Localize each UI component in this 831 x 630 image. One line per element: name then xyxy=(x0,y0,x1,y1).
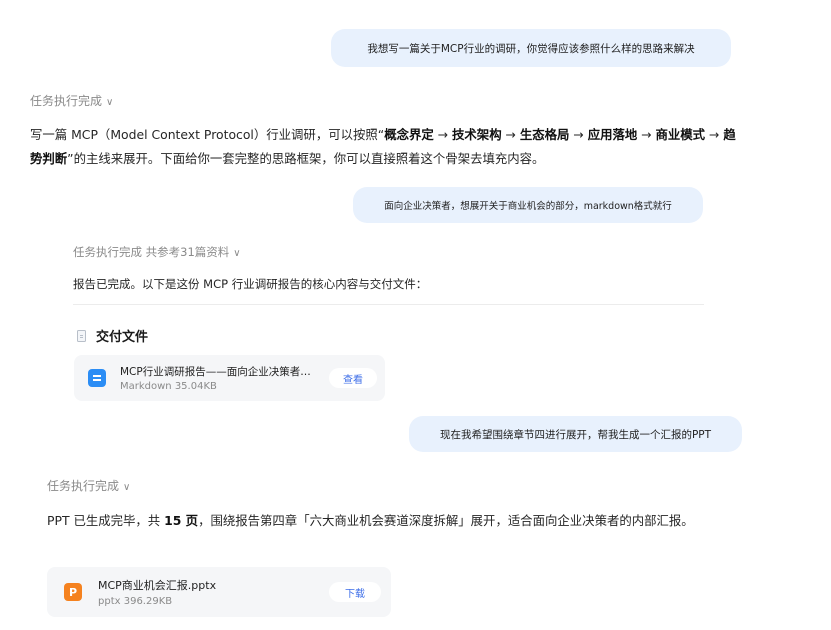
markdown-file-icon xyxy=(88,369,106,387)
reply-arrow: → xyxy=(433,127,453,142)
reply-arrow: → xyxy=(501,127,520,142)
reply-bold: 15 页 xyxy=(164,513,199,528)
assistant-reply-3: PPT 已生成完毕，共 15 页，围绕报告第四章「六大商业机会赛道深度拆解」展开… xyxy=(47,509,747,533)
reply-bold: 生态格局 xyxy=(519,127,570,142)
assistant-reply-1: 写一篇 MCP（Model Context Protocol）行业调研，可以按照… xyxy=(30,123,742,171)
markdown-file-card[interactable]: MCP行业调研报告——面向企业决策者… Markdown 35.04KB 查看 xyxy=(74,355,385,401)
view-button[interactable]: 查看 xyxy=(329,368,377,388)
pptx-file-card[interactable]: P MCP商业机会汇报.pptx pptx 396.29KB 下载 xyxy=(47,567,391,617)
task-status-toggle-2[interactable]: 任务执行完成 共参考31篇资料 ∨ xyxy=(73,244,241,260)
user-message-2: 面向企业决策者，想展开关于商业机会的部分，markdown格式就行 xyxy=(353,187,703,223)
reply-text: ”的主线来展开。下面给你一套完整的思路框架，你可以直接照着这个骨架去填充内容。 xyxy=(67,151,545,166)
task-status-label: 任务执行完成 xyxy=(47,479,120,493)
reply-bold: 技术架构 xyxy=(452,127,502,142)
file-meta: Markdown 35.04KB xyxy=(120,381,217,392)
user-message-1: 我想写一篇关于MCP行业的调研，你觉得应该参照什么样的思路来解决 xyxy=(331,29,731,67)
task-status-toggle-3[interactable]: 任务执行完成 ∨ xyxy=(47,477,130,494)
reply-bold: 商业模式 xyxy=(655,127,706,142)
chevron-down-icon: ∨ xyxy=(106,97,114,108)
user-message-2-text: 面向企业决策者，想展开关于商业机会的部分，markdown格式就行 xyxy=(384,201,672,212)
file-name: MCP商业机会汇报.pptx xyxy=(98,579,217,592)
deliverables-heading: 交付文件 xyxy=(77,326,148,345)
reply-arrow: → xyxy=(637,127,656,142)
reply-text: 报告已完成。以下是这份 MCP 行业调研报告的核心内容与交付文件： xyxy=(73,277,428,291)
user-message-3-text: 现在我希望围绕章节四进行展开，帮我生成一个汇报的PPT xyxy=(439,428,712,441)
chevron-down-icon: ∨ xyxy=(123,482,131,493)
pptx-file-icon: P xyxy=(64,583,82,601)
reply-text: PPT 已生成完毕，共 xyxy=(47,513,165,528)
deliverables-title: 交付文件 xyxy=(96,330,149,345)
reply-text: 写一篇 MCP（Model Context Protocol）行业调研，可以按照… xyxy=(30,127,385,142)
document-icon xyxy=(77,329,86,342)
user-message-1-text: 我想写一篇关于MCP行业的调研，你觉得应该参照什么样的思路来解决 xyxy=(367,42,695,55)
assistant-reply-2: 报告已完成。以下是这份 MCP 行业调研报告的核心内容与交付文件： xyxy=(73,272,427,296)
task-status-toggle-1[interactable]: 任务执行完成 ∨ xyxy=(30,92,113,109)
chevron-down-icon: ∨ xyxy=(233,248,241,259)
user-message-3: 现在我希望围绕章节四进行展开，帮我生成一个汇报的PPT xyxy=(409,416,742,452)
reply-arrow: → xyxy=(705,127,724,142)
divider xyxy=(73,304,704,305)
task-status-label: 任务执行完成 xyxy=(30,94,103,108)
reply-arrow: → xyxy=(569,127,588,142)
task-status-label: 任务执行完成 共参考31篇资料 xyxy=(73,245,230,259)
reply-bold: 应用落地 xyxy=(587,127,638,142)
reply-text: ，围绕报告第四章「六大商业机会赛道深度拆解」展开，适合面向企业决策者的内部汇报。 xyxy=(198,513,694,528)
file-meta: pptx 396.29KB xyxy=(98,596,173,607)
reply-bold: 概念界定 xyxy=(384,127,434,142)
download-button[interactable]: 下载 xyxy=(329,582,381,602)
file-name: MCP行业调研报告——面向企业决策者… xyxy=(120,366,311,378)
